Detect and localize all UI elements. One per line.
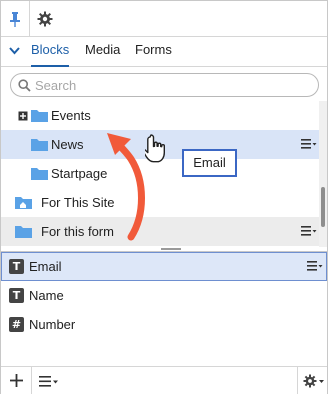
pin-button[interactable]	[1, 1, 29, 37]
search-icon	[18, 79, 31, 92]
tab-blocks[interactable]: Blocks	[31, 37, 70, 67]
tab-media[interactable]: Media	[85, 37, 120, 67]
chevron-down-icon[interactable]	[9, 47, 20, 55]
pin-icon	[10, 12, 20, 27]
tree-scrollbar-thumb[interactable]	[321, 187, 325, 227]
text-field-icon: T	[9, 288, 24, 303]
field-item-label: Name	[29, 288, 64, 303]
bottom-toolbar-divider	[31, 366, 32, 394]
plus-box-icon[interactable]	[18, 111, 28, 121]
tree-item-label: Startpage	[51, 166, 108, 181]
gear-menu-icon[interactable]	[303, 374, 325, 388]
field-item-name[interactable]: T Name	[1, 281, 327, 310]
context-menu-icon[interactable]	[301, 225, 317, 237]
settings-button[interactable]	[31, 1, 59, 37]
panel-toolbar	[1, 1, 327, 37]
field-item-email[interactable]: T Email	[1, 252, 327, 281]
folder-icon	[15, 226, 32, 238]
form-fields-list: T Email T Name # Number	[1, 251, 327, 366]
add-icon[interactable]	[10, 374, 23, 387]
drag-tooltip: Email	[182, 149, 237, 177]
pane-splitter-handle[interactable]	[161, 248, 181, 250]
tree-item-label: News	[51, 137, 84, 152]
search-input[interactable]	[35, 76, 305, 94]
folder-icon	[31, 110, 48, 122]
field-item-label: Email	[29, 259, 62, 274]
site-folder-icon	[15, 197, 32, 209]
bottom-toolbar-divider	[297, 366, 298, 394]
hand-cursor-icon	[145, 134, 165, 163]
tree-item-events[interactable]: Events	[1, 101, 319, 130]
toolbar-divider	[29, 1, 30, 37]
field-item-label: Number	[29, 317, 76, 332]
search-box	[10, 73, 319, 97]
context-menu-icon[interactable]	[307, 260, 323, 272]
panel-bottom-toolbar	[1, 366, 327, 394]
field-item-number[interactable]: # Number	[1, 310, 327, 339]
tab-forms[interactable]: Forms	[135, 37, 172, 67]
folder-icon	[31, 139, 48, 151]
folder-icon	[31, 168, 48, 180]
tab-bar: Blocks Media Forms	[1, 37, 327, 67]
number-field-icon: #	[9, 317, 24, 332]
gear-icon	[37, 11, 53, 27]
assets-panel: Blocks Media Forms Events Ne	[0, 0, 328, 394]
tree-item-label: Events	[51, 108, 91, 123]
list-menu-icon[interactable]	[39, 376, 59, 387]
text-field-icon: T	[9, 259, 24, 274]
context-menu-icon[interactable]	[301, 138, 317, 150]
